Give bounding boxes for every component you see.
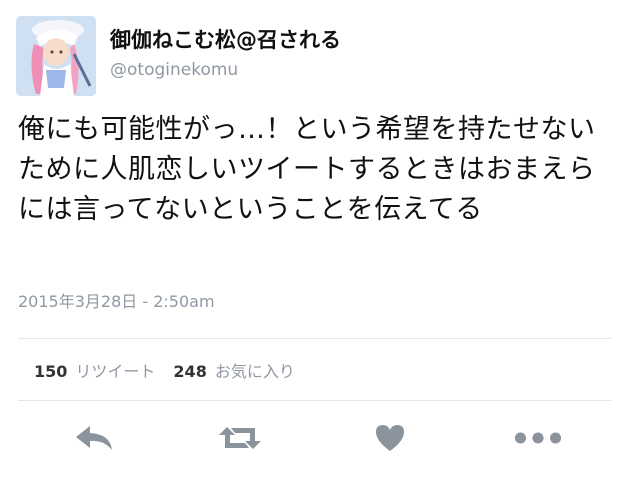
tweet-detail: 御伽ねこむ松@召される @otoginekomu 俺にも可能性がっ…！という希望… (0, 0, 630, 484)
user-handle[interactable]: @otoginekomu (110, 56, 341, 84)
more-button[interactable] (514, 420, 562, 456)
tweet-stats: 150 リツイート 248 お気に入り (34, 358, 295, 382)
heart-icon (376, 425, 404, 451)
retweet-button[interactable] (216, 420, 264, 456)
retweet-label[interactable]: リツイート (75, 358, 155, 382)
avatar-image (16, 16, 96, 96)
retweet-count[interactable]: 150 (34, 362, 67, 381)
retweet-icon (219, 427, 261, 449)
avatar[interactable] (16, 16, 96, 96)
tweet-header: 御伽ねこむ松@召される @otoginekomu (16, 16, 341, 98)
display-name[interactable]: 御伽ねこむ松@召される (110, 26, 341, 54)
reply-icon (76, 426, 112, 450)
more-icon (514, 432, 562, 444)
tweet-timestamp: 2015年3月28日 - 2:50am (18, 292, 215, 311)
author-names: 御伽ねこむ松@召される @otoginekomu (110, 16, 341, 98)
favorite-button[interactable] (366, 420, 414, 456)
divider-bottom (18, 400, 612, 401)
reply-button[interactable] (70, 420, 118, 456)
divider-top (18, 338, 612, 339)
favorite-label[interactable]: お気に入り (215, 358, 295, 382)
tweet-text: 俺にも可能性がっ…！という希望を持たせないために人肌恋しいツイートするときはおま… (18, 114, 596, 225)
tweet-actions (0, 414, 630, 464)
favorite-count[interactable]: 248 (173, 362, 206, 381)
